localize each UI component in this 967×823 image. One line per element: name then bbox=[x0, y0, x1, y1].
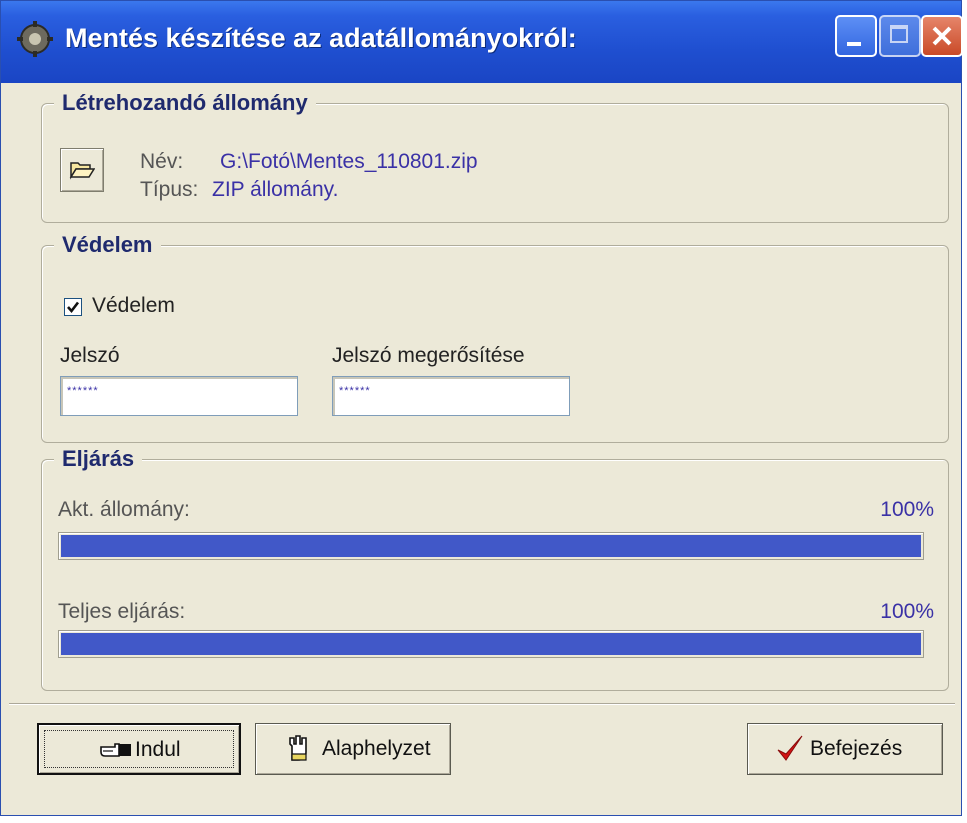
checkmark-red-icon bbox=[777, 735, 803, 761]
process-group-legend: Eljárás bbox=[54, 446, 143, 472]
close-button[interactable] bbox=[921, 15, 963, 57]
title-bar[interactable]: Mentés készítése az adatállományokról: bbox=[1, 1, 963, 83]
pointing-hand-icon bbox=[100, 743, 131, 757]
name-value: G:\Fotó\Mentes_110801.zip bbox=[220, 150, 478, 173]
type-value: ZIP állomány. bbox=[212, 178, 339, 201]
open-folder-icon bbox=[69, 162, 95, 180]
finish-button-label: Befejezés bbox=[810, 737, 903, 760]
total-process-percent: 100% bbox=[880, 600, 934, 623]
protection-checkbox-label[interactable]: Védelem bbox=[92, 294, 175, 318]
minimize-button[interactable] bbox=[835, 15, 877, 57]
password-field[interactable]: ****** bbox=[60, 376, 298, 416]
name-label: Név: bbox=[140, 150, 184, 173]
browse-folder-button[interactable] bbox=[60, 148, 104, 192]
start-button[interactable]: Indul bbox=[37, 723, 241, 775]
app-gear-icon bbox=[17, 21, 53, 57]
confirm-password-label: Jelszó megerősítése bbox=[332, 344, 525, 367]
protection-checkbox[interactable] bbox=[64, 298, 82, 316]
reset-button-label: Alaphelyzet bbox=[322, 737, 431, 760]
current-file-percent: 100% bbox=[880, 498, 934, 521]
file-groupbox: Létrehozandó állomány Név: G:\Fotó\Mente… bbox=[41, 90, 949, 223]
total-process-progress-bar bbox=[58, 630, 924, 658]
backup-dialog-window: Mentés készítése az adatállományokról: L… bbox=[0, 0, 963, 816]
type-label: Típus: bbox=[140, 178, 199, 201]
window-title: Mentés készítése az adatállományokról: bbox=[65, 23, 577, 53]
finish-button[interactable]: Befejezés bbox=[747, 723, 943, 775]
checkmark-icon bbox=[67, 301, 80, 314]
maximize-button[interactable] bbox=[879, 15, 921, 57]
start-button-label: Indul bbox=[135, 738, 181, 761]
current-file-progress-bar bbox=[58, 532, 924, 560]
confirm-password-field[interactable]: ****** bbox=[332, 376, 570, 416]
hand-stop-icon bbox=[289, 735, 307, 761]
total-process-progress-fill bbox=[61, 633, 921, 655]
close-icon bbox=[932, 26, 952, 46]
process-groupbox: Eljárás Akt. állomány: 100% Teljes eljár… bbox=[41, 446, 949, 691]
password-label: Jelszó bbox=[60, 344, 120, 367]
reset-button[interactable]: Alaphelyzet bbox=[255, 723, 451, 775]
protection-groupbox: Védelem Védelem Jelszó Jelszó megerősíté… bbox=[41, 232, 949, 443]
current-file-progress-fill bbox=[61, 535, 921, 557]
total-process-label: Teljes eljárás: bbox=[58, 600, 186, 623]
footer-separator bbox=[9, 703, 955, 705]
dialog-body: Létrehozandó állomány Név: G:\Fotó\Mente… bbox=[9, 83, 955, 803]
file-group-legend: Létrehozandó állomány bbox=[54, 90, 316, 116]
current-file-label: Akt. állomány: bbox=[58, 498, 190, 521]
protection-group-legend: Védelem bbox=[54, 232, 161, 258]
